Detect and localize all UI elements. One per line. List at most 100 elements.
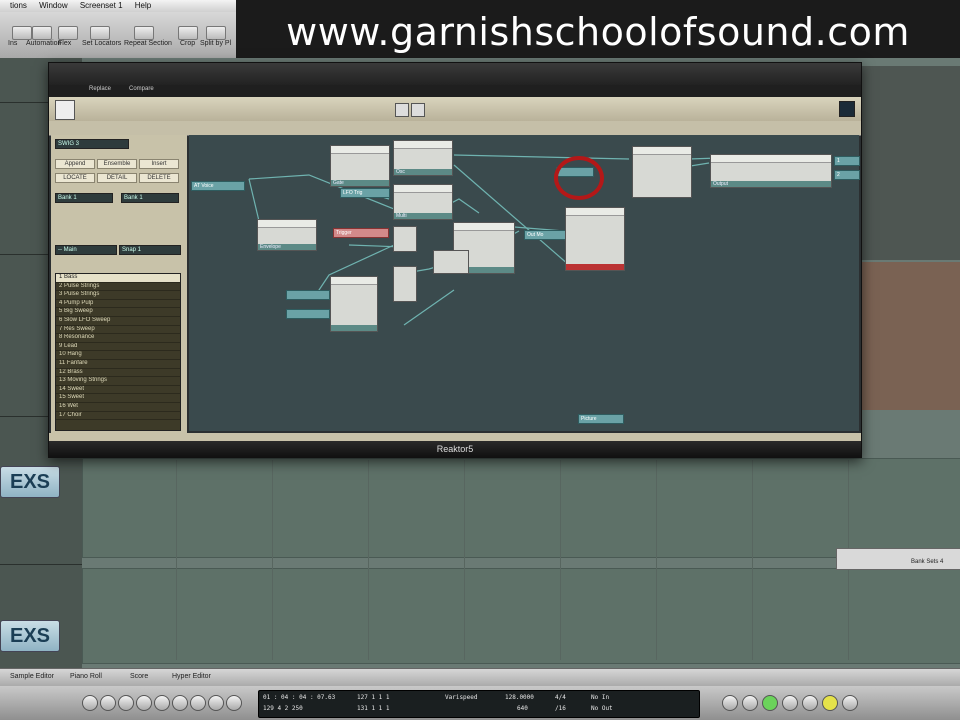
menu-item-screenset[interactable]: Screenset 1 (80, 0, 123, 12)
preset-list-item[interactable]: 15 Sweet (56, 394, 180, 403)
preset-list-item[interactable]: 11 Fanfare (56, 360, 180, 369)
transport-lcd[interactable]: 01 : 04 : 04 : 07.63 129 4 2 250 127 1 1… (258, 690, 700, 718)
fast-forward-icon[interactable] (118, 695, 134, 711)
knob-control[interactable] (286, 290, 330, 300)
stop-icon[interactable] (226, 695, 242, 711)
small-module[interactable] (393, 266, 417, 302)
bank-select-field[interactable]: Bank 1 (55, 193, 113, 203)
audio-region[interactable] (862, 262, 960, 410)
preset-list-item[interactable]: 8 Resonance (56, 334, 180, 343)
flex-icon[interactable] (58, 26, 78, 40)
ensemble-name-field[interactable]: SWIG 3 (55, 139, 129, 149)
main-select-field[interactable]: -- Main (55, 245, 117, 255)
preset-list[interactable]: 1 Bass 2 Pulse Strings 3 Pulse Strings 4 Pu… (55, 273, 181, 431)
audio-in-module[interactable]: AT Voice (191, 181, 245, 191)
autopunch-icon[interactable] (742, 695, 758, 711)
menu-item-options[interactable]: tions (10, 0, 27, 12)
tab-score[interactable]: Score (130, 673, 148, 680)
replace-mode-icon[interactable] (722, 695, 738, 711)
delete-button[interactable]: DELETE (139, 173, 179, 183)
division[interactable]: /16 (555, 705, 566, 712)
exs-instrument-icon[interactable]: EXS (0, 466, 60, 498)
tab-hyper-editor[interactable]: Hyper Editor (172, 673, 211, 680)
envelope-module[interactable]: Envelope (257, 219, 317, 251)
trigger-module[interactable]: Trigger (333, 228, 389, 238)
preset-list-item[interactable]: 5 Big Sweep (56, 308, 180, 317)
split-icon[interactable] (206, 26, 226, 40)
amp-module[interactable] (632, 146, 692, 198)
tab-piano-roll[interactable]: Piano Roll (70, 673, 102, 680)
detail-button[interactable]: DETAIL (97, 173, 137, 183)
rewind-icon[interactable] (100, 695, 116, 711)
voice-combiner-module[interactable] (565, 207, 625, 271)
record-icon[interactable] (190, 695, 206, 711)
output-port-2[interactable]: 2 (834, 170, 860, 180)
go-to-start-icon[interactable] (82, 695, 98, 711)
gate-module[interactable]: Gate (330, 145, 390, 187)
preset-list-item[interactable]: 12 Brass (56, 369, 180, 378)
bank-select-field[interactable]: Bank 1 (121, 193, 179, 203)
preset-list-item[interactable]: 14 Sweet (56, 386, 180, 395)
set-locators-icon[interactable] (90, 26, 110, 40)
menu-item-help[interactable]: Help (135, 0, 151, 12)
trig-module[interactable] (330, 276, 378, 332)
grid-line (560, 460, 561, 660)
preset-list-item[interactable]: 1 Bass (56, 274, 180, 283)
preset-list-item[interactable]: 16 Wet (56, 403, 180, 412)
locate-button[interactable]: LOCATE (55, 173, 95, 183)
lfo-trig-module[interactable]: LFO Trig (340, 188, 390, 198)
menu-item-window[interactable]: Window (39, 0, 67, 12)
stop-button-icon[interactable] (136, 695, 152, 711)
module-header (394, 185, 452, 193)
midi-out-display: No Out (591, 705, 613, 712)
reaktor-scrollbar[interactable] (49, 433, 861, 441)
preset-list-item[interactable]: 9 Lead (56, 343, 180, 352)
pause-icon[interactable] (172, 695, 188, 711)
ins-icon[interactable] (12, 26, 32, 40)
add-module[interactable] (433, 250, 469, 274)
preset-list-item[interactable]: 3 Pulse Strings (56, 291, 180, 300)
preset-list-item[interactable]: 7 Res Sweep (56, 326, 180, 335)
crop-icon[interactable] (178, 26, 198, 40)
repeat-section-icon[interactable] (134, 26, 154, 40)
osc-module[interactable]: Osc (393, 140, 453, 176)
tab-sample-editor[interactable]: Sample Editor (10, 673, 54, 680)
plugin-window-titlebar[interactable] (49, 63, 861, 85)
tempo-value[interactable]: 128.0000 (505, 694, 534, 701)
picture-module[interactable]: Picture (578, 414, 624, 424)
low-latency-icon[interactable] (842, 695, 858, 711)
solo-icon[interactable] (782, 695, 798, 711)
out-mod-module[interactable]: Out Mo (524, 230, 568, 240)
preset-list-item[interactable]: 4 Pump Pulp (56, 300, 180, 309)
compare-button[interactable]: Compare (129, 86, 154, 92)
floating-window[interactable]: Bank Sets 4 (836, 548, 960, 570)
replace-button[interactable]: Replace (89, 86, 111, 92)
exs-instrument-icon[interactable]: EXS (0, 620, 60, 652)
time-signature[interactable]: 4/4 (555, 694, 566, 701)
snap-select-field[interactable]: Snap 1 (119, 245, 181, 255)
preset-list-item[interactable]: 10 Hang (56, 351, 180, 360)
knob-control[interactable] (286, 309, 330, 319)
insert-button[interactable]: Insert (139, 159, 179, 169)
append-button[interactable]: Append (55, 159, 95, 169)
output-port-1[interactable]: 1 (834, 156, 860, 166)
metronome-icon[interactable] (822, 695, 838, 711)
capture-icon[interactable] (208, 695, 224, 711)
play-icon[interactable] (395, 103, 409, 117)
ensemble-button[interactable]: Ensemble (97, 159, 137, 169)
midi-region[interactable] (82, 568, 960, 664)
midi-region[interactable] (82, 458, 960, 558)
play-button-icon[interactable] (154, 695, 170, 711)
sync-icon[interactable] (802, 695, 818, 711)
preset-list-item[interactable]: 13 Moving Strings (56, 377, 180, 386)
preset-list-item[interactable]: 17 Choir (56, 412, 180, 421)
stop-icon[interactable] (411, 103, 425, 117)
output-module[interactable]: Output (710, 154, 832, 188)
automation-icon[interactable] (32, 26, 52, 40)
multi-module[interactable]: Multi (393, 184, 453, 220)
preset-list-item[interactable]: 2 Pulse Strings (56, 283, 180, 292)
preset-list-item[interactable]: 6 Slow LFO Sweep (56, 317, 180, 326)
small-module[interactable] (393, 226, 417, 252)
cycle-icon[interactable] (762, 695, 778, 711)
watermark-text: www.garnishschoolofsound.com (286, 10, 910, 54)
